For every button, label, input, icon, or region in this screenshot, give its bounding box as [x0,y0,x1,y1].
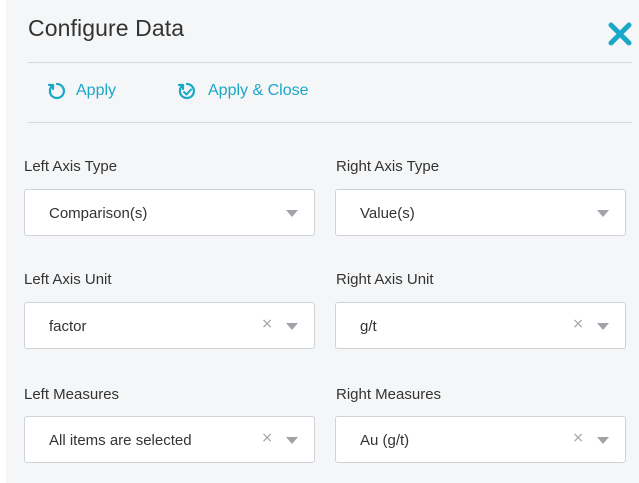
left-measures-label: Left Measures [24,386,120,403]
dialog-title: Configure Data [28,15,185,41]
right-measures-value: Au (g/t) [360,432,410,449]
clear-icon[interactable]: × [572,316,584,332]
clear-icon[interactable]: × [261,430,273,446]
right-axis-unit-label: Right Axis Unit [336,271,434,288]
clear-icon[interactable]: × [261,316,273,332]
chevron-down-icon [597,437,609,444]
chevron-down-icon [286,210,298,217]
left-axis-unit-value: factor [49,318,87,335]
right-axis-unit-value: g/t [360,318,377,335]
left-axis-unit-label: Left Axis Unit [24,271,112,288]
apply-button[interactable]: Apply [46,80,116,102]
left-axis-type-label: Left Axis Type [24,158,118,175]
close-button[interactable] [606,20,634,48]
apply-close-button[interactable]: Apply & Close [176,80,309,102]
chevron-down-icon [597,323,609,330]
clear-icon[interactable]: × [572,430,584,446]
refresh-check-icon [177,82,195,100]
configure-data-dialog: Configure Data Apply Apply & Close Left … [6,0,639,483]
left-measures-select[interactable]: All items are selected × [24,416,315,463]
toolbar-divider [28,122,632,123]
chevron-down-icon [286,323,298,330]
right-axis-unit-select[interactable]: g/t × [335,302,626,349]
right-axis-type-select[interactable]: Value(s) [335,189,626,236]
close-icon [608,22,632,46]
header-divider [28,62,632,63]
right-measures-label: Right Measures [336,386,442,403]
chevron-down-icon [286,437,298,444]
left-measures-value: All items are selected [49,432,192,449]
left-axis-type-value: Comparison(s) [49,205,148,222]
left-axis-unit-select[interactable]: factor × [24,302,315,349]
left-axis-type-select[interactable]: Comparison(s) [24,189,315,236]
right-measures-select[interactable]: Au (g/t) × [335,416,626,463]
chevron-down-icon [597,210,609,217]
refresh-icon [47,82,65,100]
apply-label: Apply [76,82,117,99]
right-axis-type-label: Right Axis Type [336,158,440,175]
apply-close-label: Apply & Close [208,82,309,99]
right-axis-type-value: Value(s) [360,205,415,222]
